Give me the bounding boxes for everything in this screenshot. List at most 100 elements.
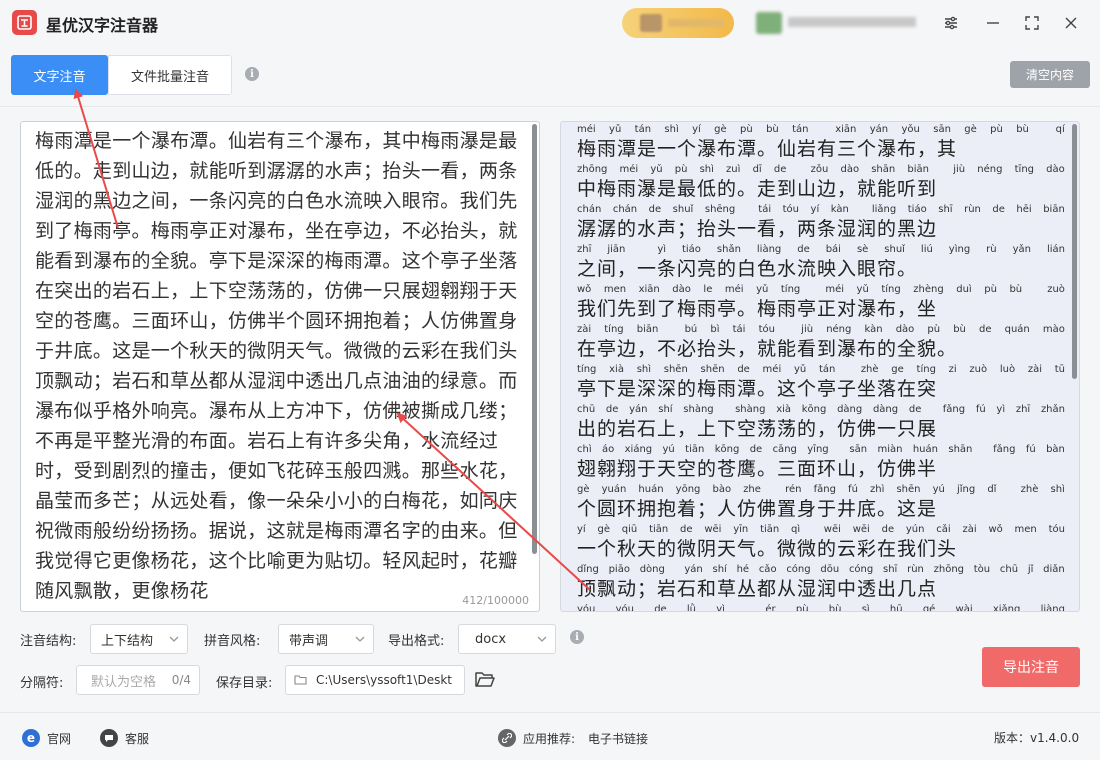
structure-select[interactable]: 上下结构 (90, 624, 188, 654)
pinyin-syllable: de (749, 444, 763, 455)
support-link[interactable]: 客服 (100, 729, 149, 747)
pinyin-syllable: yú (932, 484, 945, 495)
pinyin-syllable: tíng (577, 364, 597, 375)
pinyin-syllable: gé (922, 604, 936, 612)
pinyin-syllable: zhī (577, 244, 592, 255)
info-icon[interactable]: i (245, 67, 259, 81)
pinyin-row: zhōng méi yǔ pù shì zuì dī de zǒu dào shān biān jiù n… (577, 164, 1065, 176)
pinyin-syllable: gè (597, 524, 611, 535)
separator-placeholder: 默认为空格 (91, 674, 157, 690)
pinyin-syllable: yì (716, 604, 725, 612)
pinyin-syllable: gè (964, 124, 977, 135)
pinyin-syllable: quán (1004, 324, 1030, 335)
pinyin-syllable: jǐ (1027, 564, 1034, 575)
minimize-icon[interactable] (982, 12, 1004, 34)
pinyin-syllable: yīng (807, 444, 829, 455)
close-icon[interactable] (1060, 12, 1082, 34)
pinyin-syllable: méi (762, 364, 782, 375)
editor-scrollbar[interactable] (532, 124, 537, 554)
pinyin-syllable: rù (986, 244, 997, 255)
pinyin-syllable: yǔ (650, 164, 663, 175)
format-value: docx (475, 631, 507, 647)
pinyin-syllable: dī (752, 164, 762, 175)
pinyin-syllable: tóu (758, 324, 775, 335)
pinyin-syllable: hé (736, 564, 750, 575)
preview-line: dǐng piāo dòng yán shí hé cǎo cóng dōu cóng shī rùn… (577, 564, 1065, 602)
pinyin-syllable: zuò (969, 364, 988, 375)
text-input-area[interactable]: 梅雨潭是一个瀑布潭。仙岩有三个瀑布，其中梅雨瀑是最低的。走到山边，就能听到潺潺的… (20, 121, 540, 612)
pinyin-syllable: tái (758, 204, 772, 215)
pinyin-syllable: zhì (870, 484, 885, 495)
export-button[interactable]: 导出注音 (982, 647, 1080, 687)
pinyin-syllable: huán (638, 484, 664, 495)
pinyin-syllable: dào (1046, 164, 1065, 175)
format-info-icon[interactable]: i (570, 630, 584, 644)
clear-content-button[interactable]: 清空内容 (1010, 61, 1090, 88)
pinyin-syllable: fǎng (942, 404, 966, 415)
separator-count: 0/4 (171, 673, 191, 687)
pinyin-syllable: tán (818, 364, 836, 375)
pinyin-syllable: yú (662, 444, 675, 455)
pinyin-syllable: tiān (685, 444, 705, 455)
pinyin-syllable: tái (732, 324, 746, 335)
pinyin-syllable: diǎn (1043, 564, 1065, 575)
pinyin-syllable: biān (907, 164, 929, 175)
pinyin-syllable: tiān (649, 524, 669, 535)
pinyin-row: zhī jiān yì tiáo shǎn liàng de bái sè shuǐ liú yìng… (577, 244, 1065, 256)
pinyin-syllable: lǜ (686, 604, 697, 612)
pinyin-syllable: wǒ (577, 284, 592, 295)
pinyin-syllable: méi (577, 124, 596, 135)
pinyin-row: yí gè qiū tiān de wēi yīn tiān qì wēi wēi de yún cǎi z… (577, 524, 1065, 536)
website-link[interactable]: e 官网 (22, 729, 71, 747)
preview-line: zài tíng biān bú bì tái tóu jiù néng kàn dào pù bù de… (577, 324, 1065, 362)
pinyin-syllable: zhōng (933, 564, 965, 575)
vip-avatar (640, 14, 662, 32)
tab-batch-file-annotation[interactable]: 文件批量注音 (108, 55, 232, 95)
pinyin-syllable: tán (792, 124, 809, 135)
preview-scrollbar[interactable] (1072, 124, 1077, 379)
pinyin-syllable: liàng (1040, 604, 1065, 612)
pinyin-syllable: bù (1016, 124, 1029, 135)
pinyin-syllable: zài (577, 324, 592, 335)
vip-badge[interactable] (622, 8, 734, 38)
settings-icon[interactable] (940, 12, 962, 34)
pinyin-syllable: bù (828, 604, 842, 612)
pinyin-syllable: liǎng (871, 204, 897, 215)
pinyin-syllable: xià (609, 364, 624, 375)
pinyin-syllable: fú (1025, 444, 1036, 455)
support-label: 客服 (125, 731, 150, 746)
chevron-down-icon (537, 636, 547, 642)
format-select[interactable]: docx (458, 624, 556, 654)
hanzi-row: 中梅雨瀑是最低的。走到山边，就能听到 (577, 178, 938, 200)
tab-text-annotation[interactable]: 文字注音 (11, 55, 108, 95)
user-account[interactable] (756, 12, 920, 34)
open-folder-icon[interactable] (474, 669, 496, 693)
pinyin-syllable: wēi (823, 524, 841, 535)
chevron-down-icon (355, 636, 365, 642)
save-dir-label: 保存目录: (216, 676, 273, 691)
pinyin-syllable: de (648, 204, 662, 215)
pinyin-syllable: de (680, 524, 693, 535)
hanzi-row: 个圆环拥抱着；人仿佛置身于井底。这是 (577, 498, 938, 520)
pinyin-row: yóu yóu de lǜ yì ér pù bù sì hū gé wài xiǎng liàng (577, 604, 1065, 612)
pinyin-syllable: tíng (881, 284, 901, 295)
recommend-link[interactable]: 电子书链接 (588, 730, 648, 747)
separator-input[interactable]: 默认为空格 0/4 (76, 665, 200, 695)
pinyin-syllable: shǎn (716, 244, 741, 255)
pinyin-syllable: qì (791, 524, 801, 535)
pinyin-syllable: tíng (604, 324, 624, 335)
pinyin-syllable: cóng (848, 564, 874, 575)
pinyin-syllable: chū (999, 564, 1019, 575)
pinyin-syllable: fú (848, 484, 858, 495)
maximize-icon[interactable] (1021, 12, 1043, 34)
pinyin-syllable: shān (948, 444, 973, 455)
pinyin-syllable: de (605, 404, 619, 415)
pinyin-syllable: men (1014, 524, 1037, 535)
pinyin-syllable: zhǎn (1040, 404, 1065, 415)
hanzi-row: 亭下是深深的梅雨潭。这个亭子坐落在突 (577, 378, 938, 400)
preview-line: méi yǔ tán shì yí gè pù bù tán xiān yán yǒu sān gè pù b… (577, 124, 1065, 162)
app-recommend[interactable]: 应用推荐: 电子书链接 (498, 729, 648, 747)
input-text[interactable]: 梅雨潭是一个瀑布潭。仙岩有三个瀑布，其中梅雨瀑是最低的。走到山边，就能听到潺潺的… (35, 126, 529, 606)
save-dir-input[interactable]: C:\Users\yssoft1\Deskt (285, 665, 465, 695)
style-select[interactable]: 带声调 (278, 624, 374, 654)
